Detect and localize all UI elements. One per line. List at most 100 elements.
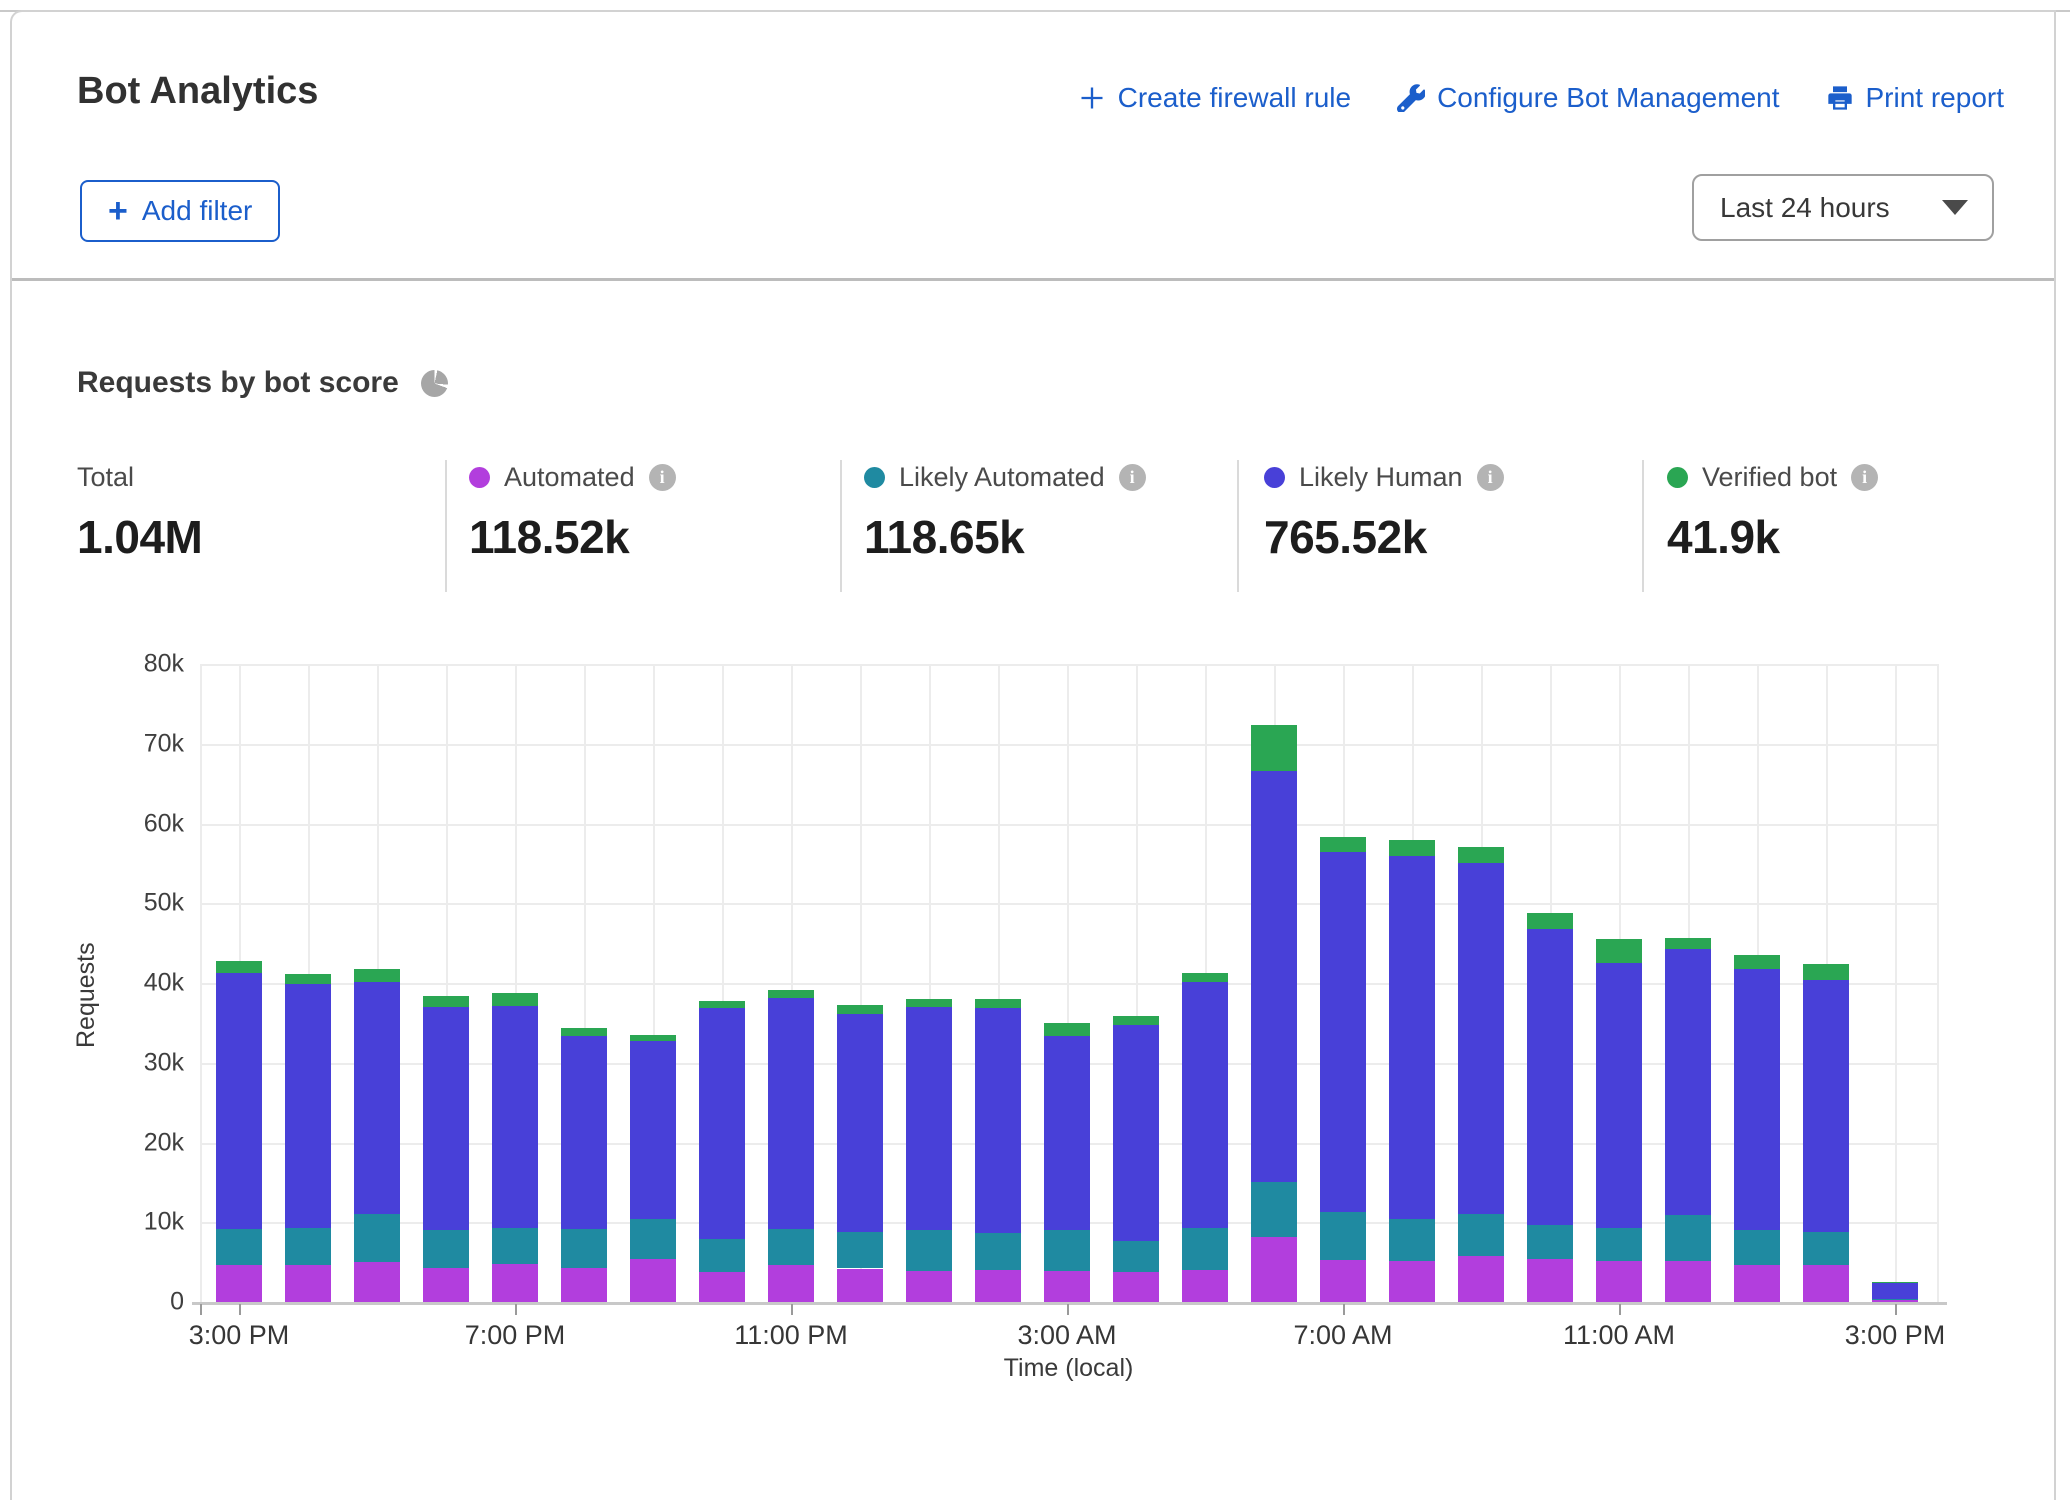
bar-7-automated[interactable]: [699, 1272, 745, 1302]
bar-20-likely-automated[interactable]: [1596, 1228, 1642, 1261]
bar-2-automated[interactable]: [354, 1262, 400, 1302]
bar-7-likely-automated[interactable]: [699, 1239, 745, 1272]
bar-5-likely-automated[interactable]: [561, 1229, 607, 1267]
bar-0-likely-human[interactable]: [216, 973, 262, 1230]
bar-9-verified-bot[interactable]: [837, 1005, 883, 1014]
bar-3-verified-bot[interactable]: [423, 996, 469, 1007]
bar-3-likely-human[interactable]: [423, 1007, 469, 1230]
bar-9-likely-human[interactable]: [837, 1014, 883, 1232]
bar-2-likely-human[interactable]: [354, 982, 400, 1214]
info-icon[interactable]: i: [1477, 464, 1504, 491]
bar-21-likely-automated[interactable]: [1665, 1215, 1711, 1261]
bar-0-automated[interactable]: [216, 1265, 262, 1302]
bar-6-likely-automated[interactable]: [630, 1219, 676, 1259]
bar-24-likely-human[interactable]: [1872, 1283, 1918, 1299]
bar-22-likely-human[interactable]: [1734, 969, 1780, 1231]
bar-4-automated[interactable]: [492, 1264, 538, 1302]
bar-6-automated[interactable]: [630, 1259, 676, 1302]
action-print-report[interactable]: Print report: [1826, 82, 2005, 114]
bar-6-verified-bot[interactable]: [630, 1035, 676, 1041]
bar-10-automated[interactable]: [906, 1271, 952, 1302]
bar-7-likely-human[interactable]: [699, 1008, 745, 1239]
bar-1-verified-bot[interactable]: [285, 974, 331, 984]
bar-23-verified-bot[interactable]: [1803, 964, 1849, 980]
bar-12-automated[interactable]: [1044, 1271, 1090, 1302]
bar-21-verified-bot[interactable]: [1665, 938, 1711, 949]
action-create-firewall-rule[interactable]: Create firewall rule: [1078, 82, 1351, 114]
bar-15-verified-bot[interactable]: [1251, 725, 1297, 771]
bar-16-likely-human[interactable]: [1320, 852, 1366, 1212]
bar-19-likely-automated[interactable]: [1527, 1225, 1573, 1259]
bar-17-automated[interactable]: [1389, 1261, 1435, 1302]
bar-13-likely-automated[interactable]: [1113, 1241, 1159, 1272]
bar-7-verified-bot[interactable]: [699, 1001, 745, 1008]
bar-20-likely-human[interactable]: [1596, 963, 1642, 1228]
bar-14-likely-human[interactable]: [1182, 982, 1228, 1228]
bar-12-likely-human[interactable]: [1044, 1036, 1090, 1230]
bar-8-likely-automated[interactable]: [768, 1229, 814, 1265]
bar-0-verified-bot[interactable]: [216, 961, 262, 972]
bar-23-likely-automated[interactable]: [1803, 1232, 1849, 1265]
bar-14-verified-bot[interactable]: [1182, 973, 1228, 983]
bar-23-likely-human[interactable]: [1803, 980, 1849, 1232]
bar-13-automated[interactable]: [1113, 1272, 1159, 1302]
bar-5-likely-human[interactable]: [561, 1036, 607, 1229]
bar-13-likely-human[interactable]: [1113, 1025, 1159, 1240]
bar-5-automated[interactable]: [561, 1268, 607, 1302]
bar-18-verified-bot[interactable]: [1458, 847, 1504, 863]
bar-19-automated[interactable]: [1527, 1259, 1573, 1302]
bar-5-verified-bot[interactable]: [561, 1028, 607, 1036]
info-icon[interactable]: i: [1119, 464, 1146, 491]
bar-3-likely-automated[interactable]: [423, 1230, 469, 1267]
bar-13-verified-bot[interactable]: [1113, 1016, 1159, 1025]
bar-10-likely-automated[interactable]: [906, 1230, 952, 1271]
bar-17-likely-automated[interactable]: [1389, 1219, 1435, 1261]
bar-17-likely-human[interactable]: [1389, 856, 1435, 1219]
bar-14-likely-automated[interactable]: [1182, 1228, 1228, 1270]
bar-18-likely-automated[interactable]: [1458, 1214, 1504, 1255]
bar-23-automated[interactable]: [1803, 1265, 1849, 1302]
bar-14-automated[interactable]: [1182, 1270, 1228, 1302]
bar-19-verified-bot[interactable]: [1527, 913, 1573, 929]
bar-12-verified-bot[interactable]: [1044, 1023, 1090, 1037]
bar-21-likely-human[interactable]: [1665, 949, 1711, 1215]
bar-24-verified-bot[interactable]: [1872, 1282, 1918, 1283]
bar-2-likely-automated[interactable]: [354, 1214, 400, 1262]
bar-11-likely-automated[interactable]: [975, 1233, 1021, 1270]
bar-15-likely-automated[interactable]: [1251, 1182, 1297, 1237]
bar-4-verified-bot[interactable]: [492, 993, 538, 1006]
bar-4-likely-human[interactable]: [492, 1006, 538, 1228]
bar-0-likely-automated[interactable]: [216, 1229, 262, 1265]
bar-19-likely-human[interactable]: [1527, 929, 1573, 1225]
bar-1-likely-automated[interactable]: [285, 1228, 331, 1265]
bar-8-automated[interactable]: [768, 1265, 814, 1302]
bar-8-verified-bot[interactable]: [768, 990, 814, 998]
bar-1-automated[interactable]: [285, 1265, 331, 1302]
bar-18-automated[interactable]: [1458, 1256, 1504, 1302]
bar-9-likely-automated[interactable]: [837, 1232, 883, 1269]
bar-11-verified-bot[interactable]: [975, 999, 1021, 1008]
bar-20-verified-bot[interactable]: [1596, 939, 1642, 963]
bar-10-likely-human[interactable]: [906, 1007, 952, 1230]
bar-22-automated[interactable]: [1734, 1265, 1780, 1302]
bar-4-likely-automated[interactable]: [492, 1228, 538, 1264]
bar-6-likely-human[interactable]: [630, 1041, 676, 1219]
bar-24-likely-automated[interactable]: [1872, 1299, 1918, 1301]
bar-16-automated[interactable]: [1320, 1260, 1366, 1302]
bar-15-automated[interactable]: [1251, 1237, 1297, 1302]
bar-2-verified-bot[interactable]: [354, 969, 400, 982]
bar-12-likely-automated[interactable]: [1044, 1230, 1090, 1271]
bar-1-likely-human[interactable]: [285, 984, 331, 1228]
time-range-select[interactable]: Last 24 hours: [1692, 174, 1994, 241]
bar-15-likely-human[interactable]: [1251, 771, 1297, 1182]
bar-11-automated[interactable]: [975, 1270, 1021, 1302]
add-filter-button[interactable]: + Add filter: [80, 180, 280, 242]
bar-11-likely-human[interactable]: [975, 1008, 1021, 1233]
info-icon[interactable]: i: [1851, 464, 1878, 491]
bar-22-verified-bot[interactable]: [1734, 955, 1780, 969]
bar-18-likely-human[interactable]: [1458, 863, 1504, 1215]
bar-10-verified-bot[interactable]: [906, 999, 952, 1007]
action-configure-bot-management[interactable]: Configure Bot Management: [1397, 82, 1779, 114]
bar-9-automated[interactable]: [837, 1269, 883, 1302]
bar-17-verified-bot[interactable]: [1389, 840, 1435, 856]
